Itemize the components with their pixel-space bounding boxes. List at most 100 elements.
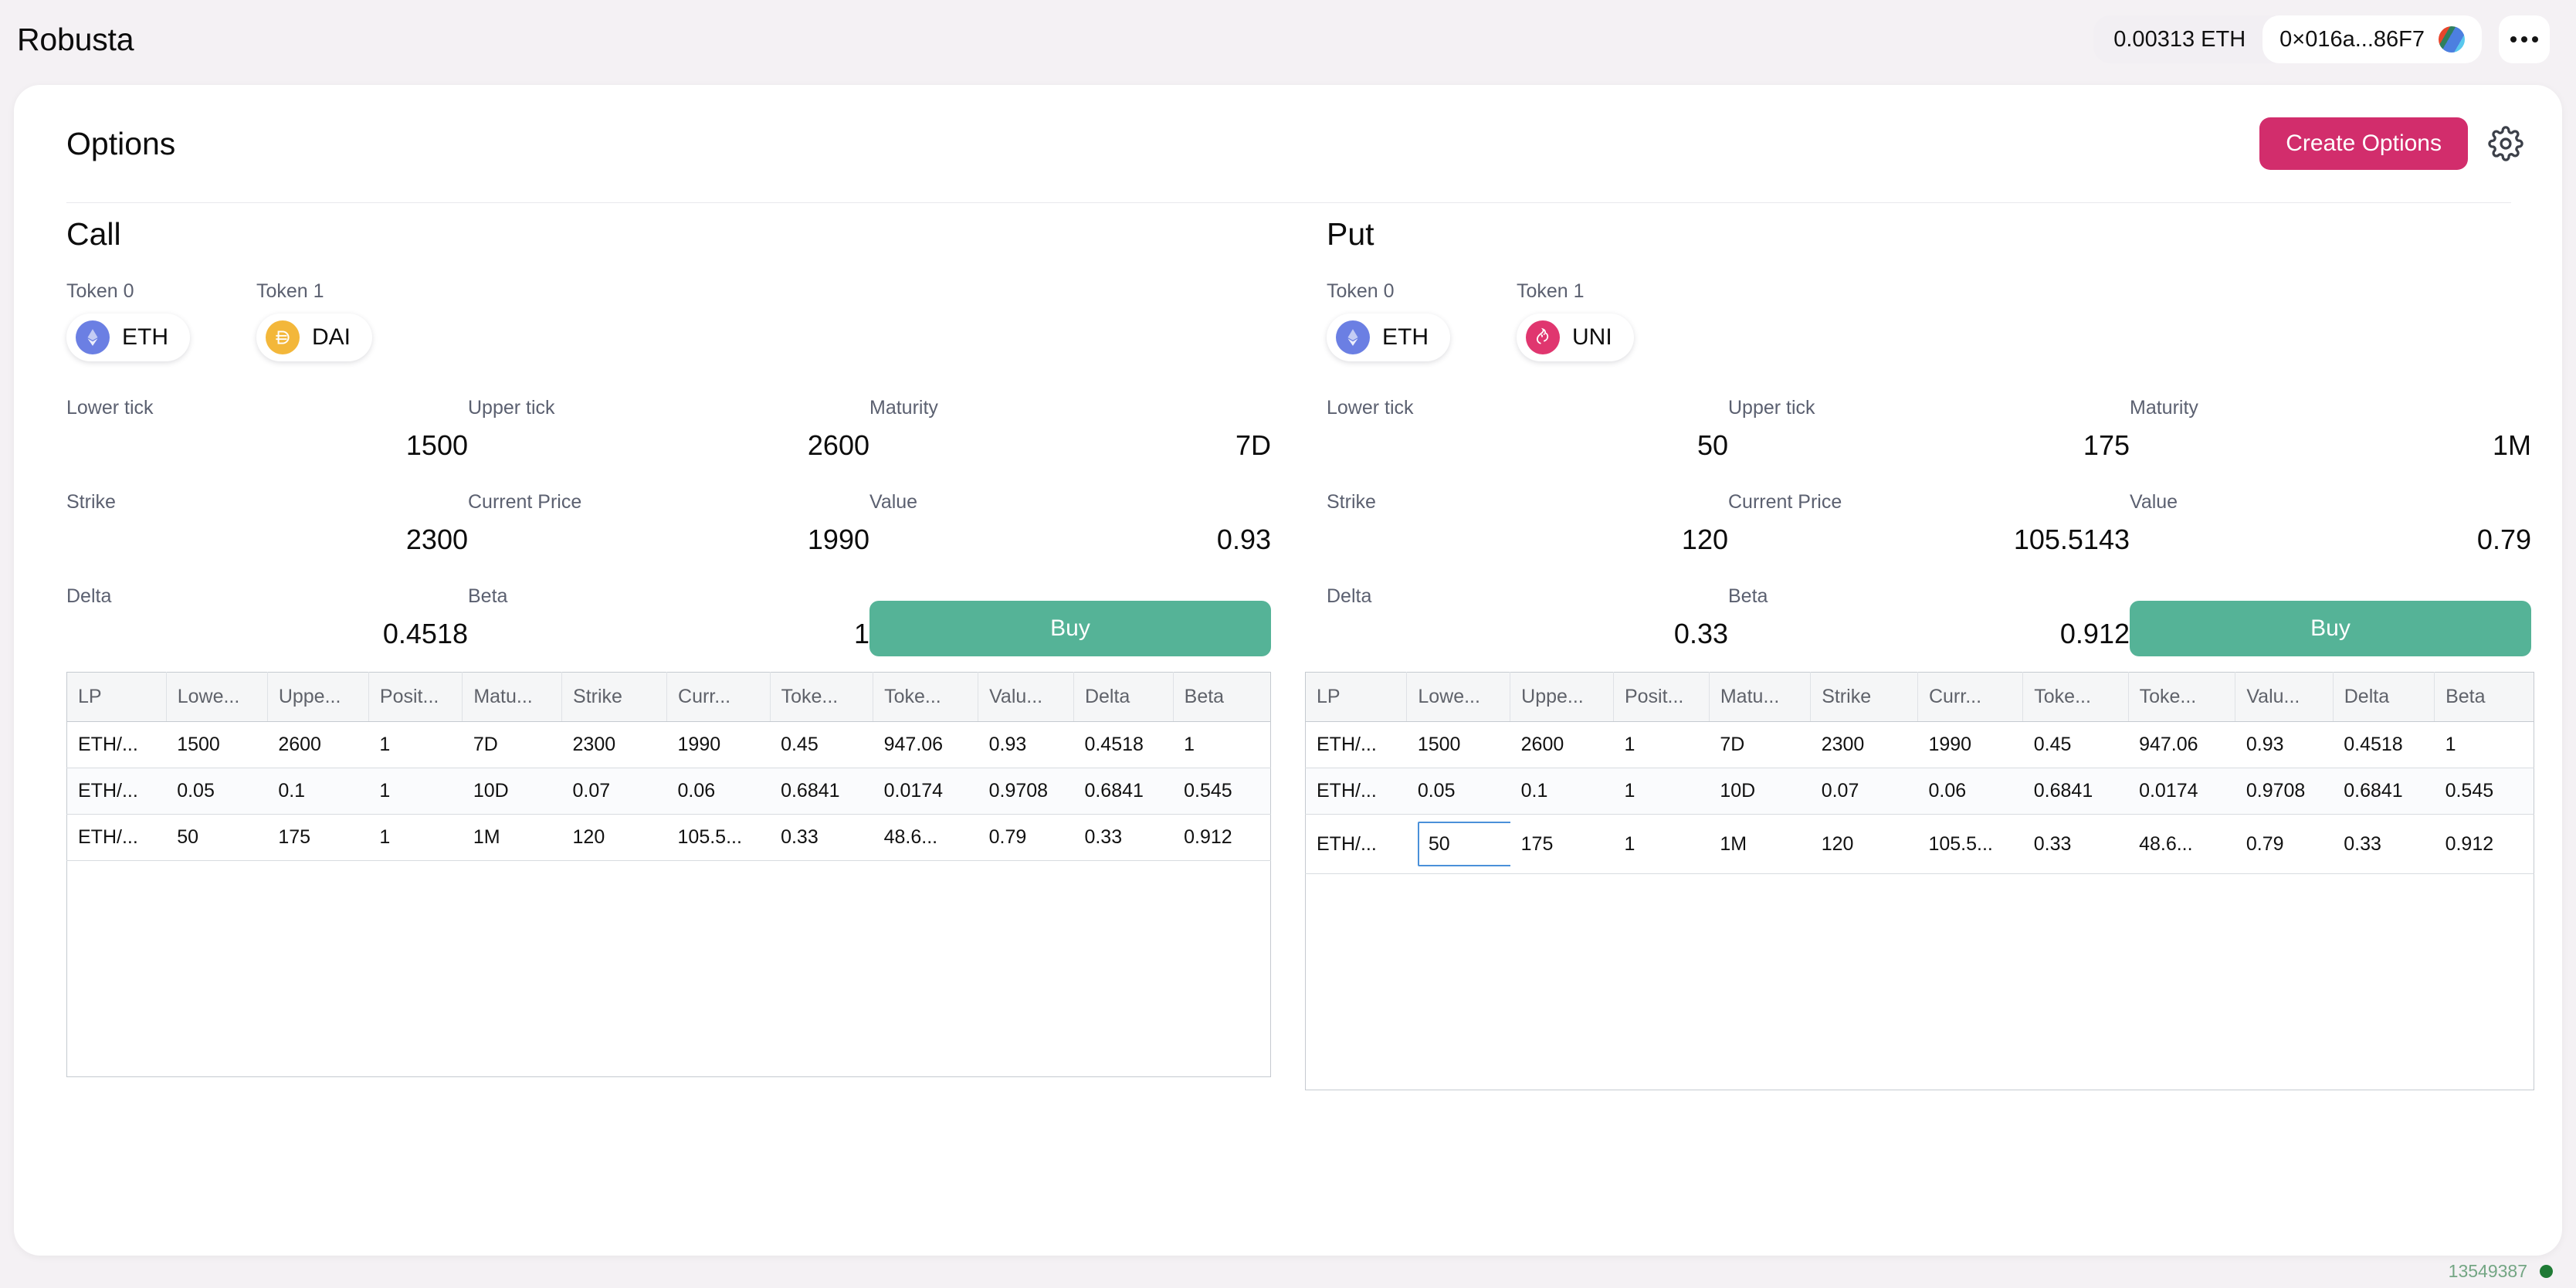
table-cell[interactable]: 2600 (1510, 721, 1614, 768)
table-cell[interactable]: 1M (462, 814, 562, 861)
table-cell[interactable]: 1 (2434, 721, 2534, 768)
table-cell[interactable]: 0.545 (2434, 768, 2534, 815)
table-cell[interactable]: 2600 (267, 721, 369, 768)
table-cell[interactable]: 0.33 (1073, 814, 1174, 861)
table-cell[interactable]: 1 (368, 768, 463, 815)
table-cell[interactable]: 2300 (1810, 721, 1918, 768)
table-cell[interactable]: 1 (1613, 814, 1710, 874)
column-header-1[interactable]: Lowe... (166, 672, 268, 722)
table-cell[interactable]: 0.0174 (2128, 768, 2235, 815)
table-cell[interactable]: 1 (368, 814, 463, 861)
table-cell[interactable]: 0.45 (2022, 721, 2129, 768)
table-cell[interactable]: 0.93 (978, 721, 1074, 768)
kebab-menu-button[interactable] (2499, 15, 2550, 63)
table-cell[interactable]: 48.6... (873, 814, 978, 861)
column-header-3[interactable]: Posit... (1613, 672, 1710, 722)
table-cell[interactable]: ETH/... (66, 721, 167, 768)
column-header-11[interactable]: Beta (1173, 672, 1272, 722)
column-header-9[interactable]: Valu... (2235, 672, 2334, 722)
column-header-10[interactable]: Delta (1073, 672, 1174, 722)
table-cell[interactable]: 0.07 (1810, 768, 1918, 815)
account-button[interactable]: 0×016a...86F7 (2262, 15, 2482, 63)
table-cell[interactable]: 105.5... (666, 814, 771, 861)
table-cell[interactable]: 50 (166, 814, 268, 861)
call-token0-selector[interactable]: ETH (66, 314, 190, 361)
gear-icon[interactable] (2488, 126, 2523, 161)
table-cell[interactable]: 1500 (166, 721, 268, 768)
table-cell[interactable]: 1990 (666, 721, 771, 768)
table-cell[interactable]: 0.05 (1406, 768, 1510, 815)
table-cell[interactable]: 0.06 (666, 768, 771, 815)
table-cell[interactable]: 0.6841 (1073, 768, 1174, 815)
table-cell[interactable]: 0.45 (770, 721, 873, 768)
table-cell[interactable]: 0.6841 (2022, 768, 2129, 815)
table-row[interactable]: ETH/... 1500 2600 1 7D 2300 1990 0.45 947.06 0.93… (66, 721, 1272, 768)
table-cell[interactable]: 7D (1709, 721, 1811, 768)
table-cell[interactable]: 0.05 (166, 768, 268, 815)
table-cell[interactable]: 0.07 (561, 768, 667, 815)
table-cell[interactable]: 0.545 (1173, 768, 1272, 815)
table-cell[interactable]: 120 (1810, 814, 1918, 874)
table-cell[interactable]: 2300 (561, 721, 667, 768)
column-header-6[interactable]: Curr... (1917, 672, 2024, 722)
column-header-2[interactable]: Uppe... (267, 672, 369, 722)
table-cell[interactable]: 0.93 (2235, 721, 2334, 768)
table-cell[interactable]: 1M (1709, 814, 1811, 874)
table-cell[interactable]: 0.33 (770, 814, 873, 861)
table-row[interactable]: ETH/... 1500 2600 1 7D 2300 1990 0.45 947.06 0.93… (1304, 721, 2534, 768)
column-header-9[interactable]: Valu... (978, 672, 1074, 722)
table-cell[interactable]: ETH/... (66, 768, 167, 815)
table-cell[interactable]: 0.4518 (1073, 721, 1174, 768)
column-header-4[interactable]: Matu... (462, 672, 563, 722)
call-token1-selector[interactable]: DAI (256, 314, 373, 361)
column-header-8[interactable]: Toke... (2128, 672, 2236, 722)
table-cell[interactable]: ETH/... (1304, 721, 1407, 768)
column-header-1[interactable]: Lowe... (1406, 672, 1511, 722)
table-cell[interactable]: 7D (462, 721, 562, 768)
table-cell[interactable]: 0.6841 (2333, 768, 2435, 815)
table-cell[interactable]: 0.912 (1173, 814, 1272, 861)
table-cell[interactable]: 947.06 (2128, 721, 2235, 768)
column-header-6[interactable]: Curr... (666, 672, 771, 722)
table-cell[interactable]: 0.4518 (2333, 721, 2435, 768)
column-header-0[interactable]: LP (1304, 672, 1408, 722)
create-options-button[interactable]: Create Options (2259, 117, 2468, 170)
column-header-3[interactable]: Posit... (368, 672, 463, 722)
table-row[interactable]: ETH/... 50 175 1 1M 120 105.5... 0.33 48.6... 0.7… (66, 814, 1272, 861)
table-cell[interactable]: 0.33 (2333, 814, 2435, 874)
table-cell[interactable]: 0.0174 (873, 768, 978, 815)
table-cell[interactable]: 1 (1173, 721, 1272, 768)
table-cell[interactable]: 48.6... (2128, 814, 2235, 874)
table-cell[interactable]: 0.9708 (978, 768, 1074, 815)
table-cell[interactable]: 1 (1613, 768, 1710, 815)
table-cell[interactable]: 1990 (1917, 721, 2023, 768)
column-header-4[interactable]: Matu... (1709, 672, 1812, 722)
column-header-5[interactable]: Strike (1810, 672, 1918, 722)
column-header-10[interactable]: Delta (2333, 672, 2435, 722)
column-header-7[interactable]: Toke... (2022, 672, 2129, 722)
put-buy-button[interactable]: Buy (2130, 601, 2531, 656)
table-cell[interactable]: 0.912 (2434, 814, 2534, 874)
column-header-0[interactable]: LP (66, 672, 167, 722)
column-header-11[interactable]: Beta (2434, 672, 2534, 722)
table-cell[interactable]: 10D (462, 768, 562, 815)
call-buy-button[interactable]: Buy (869, 601, 1271, 656)
table-cell[interactable]: 1500 (1406, 721, 1510, 768)
table-cell[interactable]: 0.1 (1510, 768, 1614, 815)
table-cell[interactable]: 105.5... (1917, 814, 2023, 874)
put-token1-selector[interactable]: UNI (1517, 314, 1634, 361)
table-cell[interactable]: 175 (1510, 814, 1614, 874)
table-cell[interactable]: ETH/... (66, 814, 167, 861)
table-cell[interactable]: 0.79 (2235, 814, 2334, 874)
column-header-7[interactable]: Toke... (770, 672, 874, 722)
table-row[interactable]: ETH/...17511M120105.5...0.3348.6...0.790… (1304, 814, 2534, 874)
table-cell[interactable]: 0.33 (2022, 814, 2129, 874)
table-cell[interactable]: ETH/... (1304, 768, 1407, 815)
column-header-2[interactable]: Uppe... (1510, 672, 1614, 722)
table-cell[interactable]: 0.06 (1917, 768, 2023, 815)
table-cell[interactable]: 1 (1613, 721, 1710, 768)
put-token0-selector[interactable]: ETH (1327, 314, 1450, 361)
table-cell[interactable] (1406, 814, 1510, 874)
table-cell[interactable]: 175 (267, 814, 369, 861)
table-cell[interactable]: 947.06 (873, 721, 978, 768)
